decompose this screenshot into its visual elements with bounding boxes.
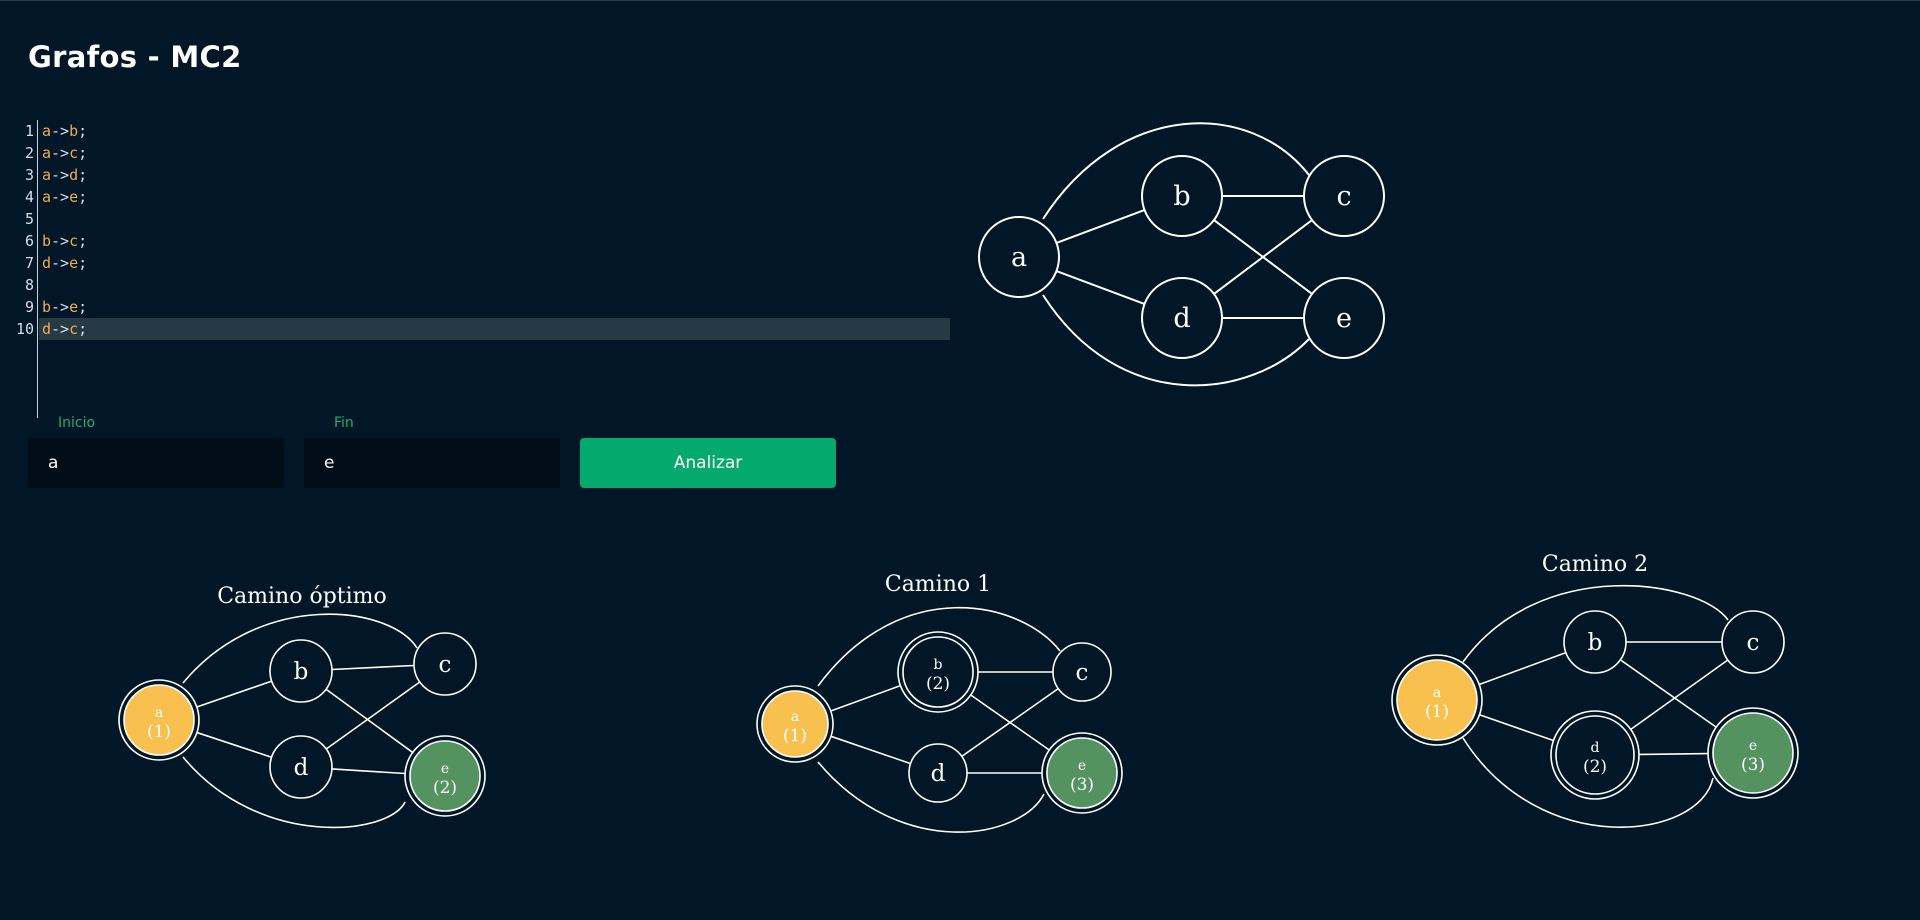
main-graph: a b c d e	[978, 122, 1385, 387]
path-node-order: (3)	[1741, 755, 1765, 775]
edge-a-b	[1478, 651, 1567, 686]
path-node-label: b	[934, 657, 943, 673]
edge-a-d	[830, 735, 911, 765]
path-graph-title: Camino 2	[1542, 552, 1648, 577]
path-graph-title: Camino 1	[885, 572, 991, 597]
path-node-label: b	[294, 659, 309, 685]
path-graph: Camino 2 a(1) b c d(2) e(3)	[1391, 552, 1799, 828]
edge-d-c	[1630, 659, 1729, 731]
path-graph: Camino óptimo a(1) b c d e(2)	[118, 584, 486, 829]
main-node-label: a	[1011, 242, 1027, 273]
path-node-order: (1)	[147, 722, 171, 742]
path-node-label: c	[439, 652, 452, 678]
path-node-label: d	[931, 761, 946, 787]
path-node-label: e	[441, 761, 449, 777]
edge-a-b	[196, 680, 272, 708]
path-node-order: (2)	[433, 778, 457, 798]
path-node-label: a	[791, 709, 799, 725]
path-node-label: b	[1588, 630, 1603, 656]
edge-a-d	[196, 731, 272, 759]
edge-b-e	[1619, 659, 1717, 728]
edge-d-e	[1638, 752, 1709, 756]
path-node-label: e	[1749, 738, 1757, 754]
graph-canvas: ab cd eCamino óptimoa(1)b cd e(2)Camino 1a(1…	[118, 122, 1799, 833]
path-node-order: (2)	[1583, 757, 1607, 777]
main-node-label: d	[1173, 303, 1190, 334]
main-node-label: e	[1336, 303, 1352, 334]
path-node-order: (1)	[783, 726, 807, 746]
path-node-label: c	[1747, 630, 1760, 656]
path-node-order: (3)	[1070, 775, 1094, 795]
edge-d-e	[331, 768, 406, 775]
path-node-label: e	[1078, 758, 1086, 774]
path-node-label: a	[1433, 685, 1441, 701]
edge-a-d	[1056, 270, 1145, 305]
path-node-label: a	[155, 705, 163, 721]
edge-b-c	[331, 664, 415, 671]
path-graph-title: Camino óptimo	[217, 584, 387, 609]
path-node-label: c	[1076, 660, 1089, 686]
path-graph: Camino 1 a(1) b(2) c d e(3)	[756, 572, 1123, 833]
path-node-label: d	[294, 755, 309, 781]
edge-b-e	[325, 688, 414, 754]
path-node-order: (1)	[1425, 702, 1449, 722]
edge-d-c	[325, 681, 421, 750]
main-node-label: b	[1173, 181, 1190, 212]
edge-a-b	[830, 684, 901, 712]
edge-a-d	[1479, 714, 1554, 742]
main-node-label: c	[1336, 181, 1351, 212]
edge-a-b	[1056, 209, 1145, 244]
path-node-order: (2)	[926, 674, 950, 694]
path-node-label: d	[1591, 740, 1600, 756]
